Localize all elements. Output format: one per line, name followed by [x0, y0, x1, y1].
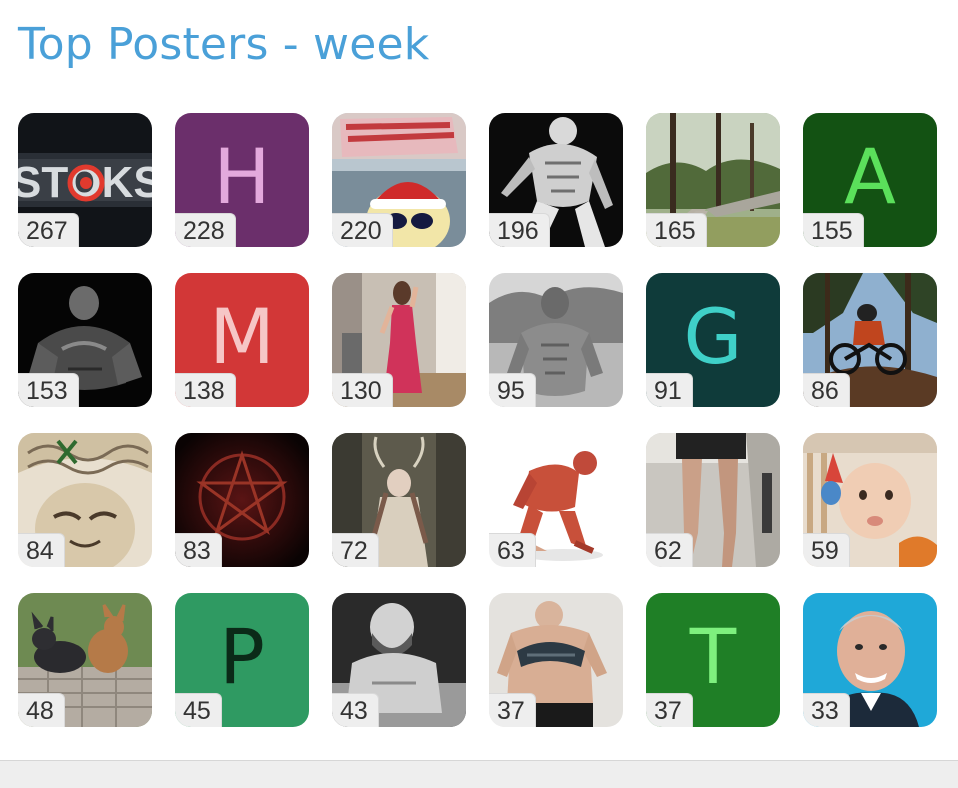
- post-count-badge: 220: [332, 213, 393, 247]
- post-count-badge: 84: [18, 533, 65, 567]
- poster-avatar[interactable]: A 155: [803, 113, 937, 247]
- post-count-badge: 228: [175, 213, 236, 247]
- poster-avatar[interactable]: 48: [18, 593, 152, 727]
- poster-avatar[interactable]: 196: [489, 113, 623, 247]
- post-count-badge: 45: [175, 693, 222, 727]
- post-count-badge: 33: [803, 693, 850, 727]
- post-count-badge: 63: [489, 533, 536, 567]
- bottom-bar: [0, 760, 958, 788]
- poster-avatar[interactable]: 153: [18, 273, 152, 407]
- poster-avatar[interactable]: 95: [489, 273, 623, 407]
- post-count-badge: 91: [646, 373, 693, 407]
- poster-avatar[interactable]: P 45: [175, 593, 309, 727]
- poster-avatar[interactable]: 62: [646, 433, 780, 567]
- poster-avatar[interactable]: G 91: [646, 273, 780, 407]
- post-count-badge: 59: [803, 533, 850, 567]
- post-count-badge: 267: [18, 213, 79, 247]
- poster-avatar[interactable]: 220: [332, 113, 466, 247]
- post-count-badge: 86: [803, 373, 850, 407]
- post-count-badge: 196: [489, 213, 550, 247]
- post-count-badge: 130: [332, 373, 393, 407]
- poster-avatar[interactable]: STOKS 267: [18, 113, 152, 247]
- post-count-badge: 43: [332, 693, 379, 727]
- poster-avatar[interactable]: 59: [803, 433, 937, 567]
- poster-avatar[interactable]: H 228: [175, 113, 309, 247]
- poster-avatar[interactable]: M 138: [175, 273, 309, 407]
- post-count-badge: 62: [646, 533, 693, 567]
- post-count-badge: 153: [18, 373, 79, 407]
- poster-avatar[interactable]: 33: [803, 593, 937, 727]
- post-count-badge: 155: [803, 213, 864, 247]
- poster-avatar[interactable]: 63: [489, 433, 623, 567]
- poster-avatar[interactable]: 130: [332, 273, 466, 407]
- poster-avatar[interactable]: T 37: [646, 593, 780, 727]
- poster-avatar[interactable]: 86: [803, 273, 937, 407]
- poster-avatar[interactable]: 84: [18, 433, 152, 567]
- post-count-badge: 138: [175, 373, 236, 407]
- top-posters-grid: STOKS 267 H 228 220: [18, 113, 938, 727]
- post-count-badge: 83: [175, 533, 222, 567]
- page-title: Top Posters - week: [18, 19, 430, 70]
- post-count-badge: 72: [332, 533, 379, 567]
- post-count-badge: 95: [489, 373, 536, 407]
- poster-avatar[interactable]: 72: [332, 433, 466, 567]
- poster-avatar[interactable]: 43: [332, 593, 466, 727]
- post-count-badge: 165: [646, 213, 707, 247]
- poster-avatar[interactable]: 83: [175, 433, 309, 567]
- post-count-badge: 48: [18, 693, 65, 727]
- poster-avatar[interactable]: 165: [646, 113, 780, 247]
- poster-avatar[interactable]: 37: [489, 593, 623, 727]
- post-count-badge: 37: [646, 693, 693, 727]
- post-count-badge: 37: [489, 693, 536, 727]
